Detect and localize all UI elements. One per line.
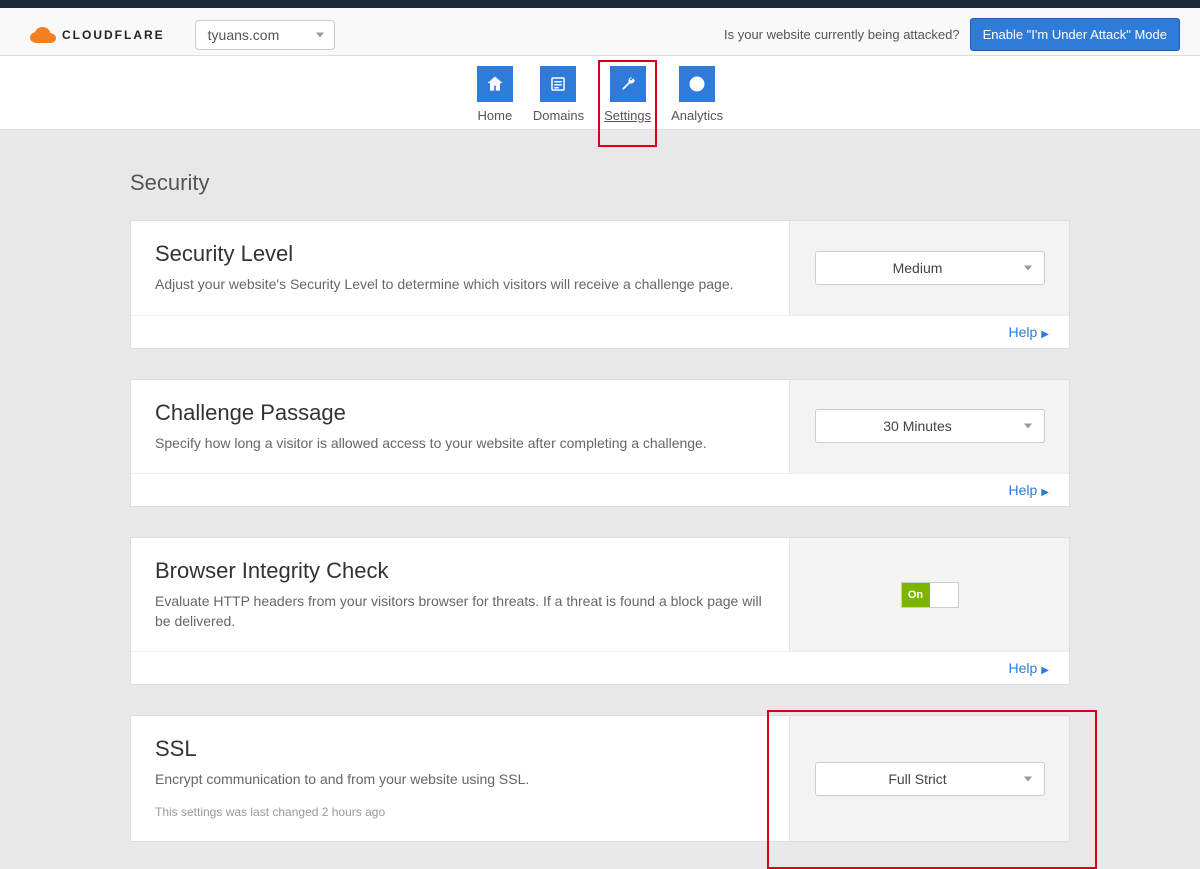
nav-settings-label: Settings bbox=[604, 108, 651, 123]
top-bar: CLOUDFLARE tyuans.com Is your website cu… bbox=[0, 8, 1200, 56]
challenge-duration-select[interactable]: 30 Minutes bbox=[815, 409, 1045, 443]
toggle-handle bbox=[930, 583, 958, 607]
card-ssl: SSL Encrypt communication to and from yo… bbox=[130, 715, 1070, 841]
domains-icon bbox=[540, 66, 576, 102]
nav-settings[interactable]: Settings bbox=[604, 66, 651, 123]
wrench-icon bbox=[610, 66, 646, 102]
nav-domains-label: Domains bbox=[533, 108, 584, 123]
chevron-down-icon bbox=[1024, 776, 1032, 781]
cloud-icon bbox=[30, 27, 56, 43]
chevron-down-icon bbox=[1024, 265, 1032, 270]
card-title: Browser Integrity Check bbox=[155, 558, 765, 584]
card-desc: Specify how long a visitor is allowed ac… bbox=[155, 434, 765, 454]
security-level-select[interactable]: Medium bbox=[815, 251, 1045, 285]
chevron-right-icon: ▶ bbox=[1041, 665, 1049, 676]
chevron-down-icon bbox=[1024, 424, 1032, 429]
card-title: Challenge Passage bbox=[155, 400, 765, 426]
card-title: Security Level bbox=[155, 241, 765, 267]
domain-select-value: tyuans.com bbox=[208, 27, 280, 43]
nav-analytics-label: Analytics bbox=[671, 108, 723, 123]
chevron-down-icon bbox=[316, 32, 324, 37]
attack-prompt-text: Is your website currently being attacked… bbox=[724, 27, 960, 42]
ssl-mode-select[interactable]: Full Strict bbox=[815, 762, 1045, 796]
help-label: Help bbox=[1009, 482, 1038, 498]
card-desc: Adjust your website's Security Level to … bbox=[155, 275, 765, 295]
section-title: Security bbox=[130, 170, 1070, 196]
chevron-right-icon: ▶ bbox=[1041, 329, 1049, 340]
nav-home-label: Home bbox=[477, 108, 513, 123]
select-value: 30 Minutes bbox=[883, 418, 951, 434]
chevron-right-icon: ▶ bbox=[1041, 487, 1049, 498]
brand-text: CLOUDFLARE bbox=[62, 28, 165, 42]
under-attack-button[interactable]: Enable "I'm Under Attack" Mode bbox=[970, 18, 1180, 51]
main-nav: Home Domains Settings Analytics bbox=[0, 56, 1200, 130]
content: Security Security Level Adjust your webs… bbox=[120, 130, 1080, 862]
help-link[interactable]: Help▶ bbox=[131, 315, 1069, 348]
help-label: Help bbox=[1009, 324, 1038, 340]
help-link[interactable]: Help▶ bbox=[131, 651, 1069, 684]
toggle-on-label: On bbox=[902, 583, 930, 607]
nav-analytics[interactable]: Analytics bbox=[671, 66, 723, 123]
browser-integrity-toggle[interactable]: On bbox=[901, 582, 959, 608]
card-desc: Encrypt communication to and from your w… bbox=[155, 770, 765, 790]
card-meta: This settings was last changed 2 hours a… bbox=[155, 804, 765, 821]
card-browser-integrity: Browser Integrity Check Evaluate HTTP he… bbox=[130, 537, 1070, 685]
home-icon bbox=[477, 66, 513, 102]
analytics-icon bbox=[679, 66, 715, 102]
domain-select[interactable]: tyuans.com bbox=[195, 20, 335, 50]
help-label: Help bbox=[1009, 660, 1038, 676]
cloudflare-logo: CLOUDFLARE bbox=[30, 27, 165, 43]
nav-domains[interactable]: Domains bbox=[533, 66, 584, 123]
window-chrome bbox=[0, 0, 1200, 8]
card-security-level: Security Level Adjust your website's Sec… bbox=[130, 220, 1070, 349]
card-challenge-passage: Challenge Passage Specify how long a vis… bbox=[130, 379, 1070, 508]
nav-home[interactable]: Home bbox=[477, 66, 513, 123]
card-title: SSL bbox=[155, 736, 765, 762]
card-desc: Evaluate HTTP headers from your visitors… bbox=[155, 592, 765, 631]
select-value: Full Strict bbox=[888, 771, 946, 787]
help-link[interactable]: Help▶ bbox=[131, 473, 1069, 506]
select-value: Medium bbox=[893, 260, 943, 276]
